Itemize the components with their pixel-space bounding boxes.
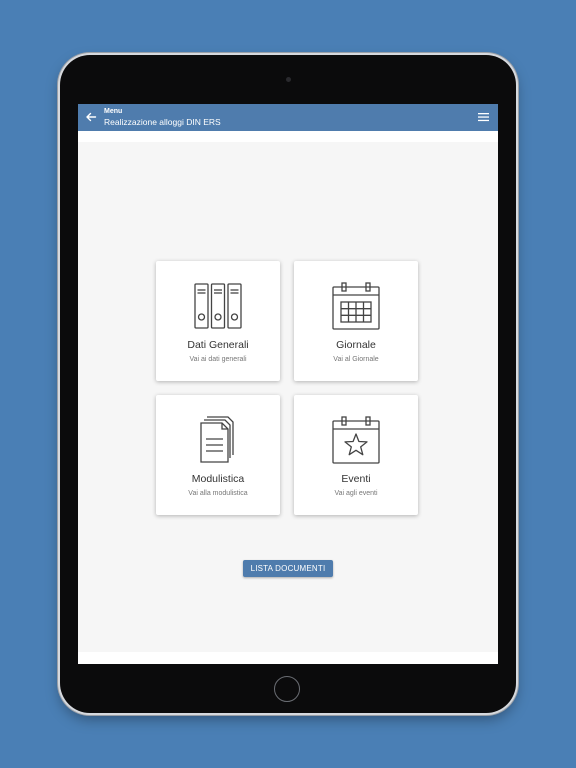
card-subtitle: Vai alla modulistica [188, 490, 248, 497]
camera [286, 77, 291, 82]
app-bar: Menu Realizzazione alloggi DIN ERS [78, 104, 498, 131]
arrow-left-icon[interactable] [85, 111, 97, 123]
calendar-icon [332, 282, 380, 330]
home-button[interactable] [274, 676, 300, 702]
card-dati-generali[interactable]: Dati Generali Vai ai dati generali [156, 261, 280, 381]
card-title: Modulistica [191, 473, 245, 485]
hamburger-menu-icon[interactable] [478, 112, 489, 122]
card-eventi[interactable]: Eventi Vai agli eventi [294, 395, 418, 515]
calendar-star-icon [332, 416, 380, 464]
documents-icon [200, 416, 234, 463]
card-title: Giornale [336, 339, 376, 351]
card-modulistica[interactable]: Modulistica Vai alla modulistica [156, 395, 280, 515]
card-giornale[interactable]: Giornale Vai al Giornale [294, 261, 418, 381]
lista-documenti-button[interactable]: LISTA DOCUMENTI [243, 560, 333, 577]
card-subtitle: Vai agli eventi [334, 490, 378, 497]
card-subtitle: Vai ai dati generali [189, 356, 247, 363]
card-subtitle: Vai al Giornale [333, 356, 379, 363]
app-bar-title: Menu [104, 108, 123, 115]
card-title: Eventi [341, 473, 371, 485]
main-content: Dati Generali Vai ai dati generali Giorn… [78, 142, 498, 652]
app-screen: Menu Realizzazione alloggi DIN ERS Dati … [78, 104, 498, 664]
app-bar-subtitle: Realizzazione alloggi DIN ERS [104, 117, 221, 127]
binders-icon [194, 283, 242, 329]
card-title: Dati Generali [187, 339, 249, 351]
